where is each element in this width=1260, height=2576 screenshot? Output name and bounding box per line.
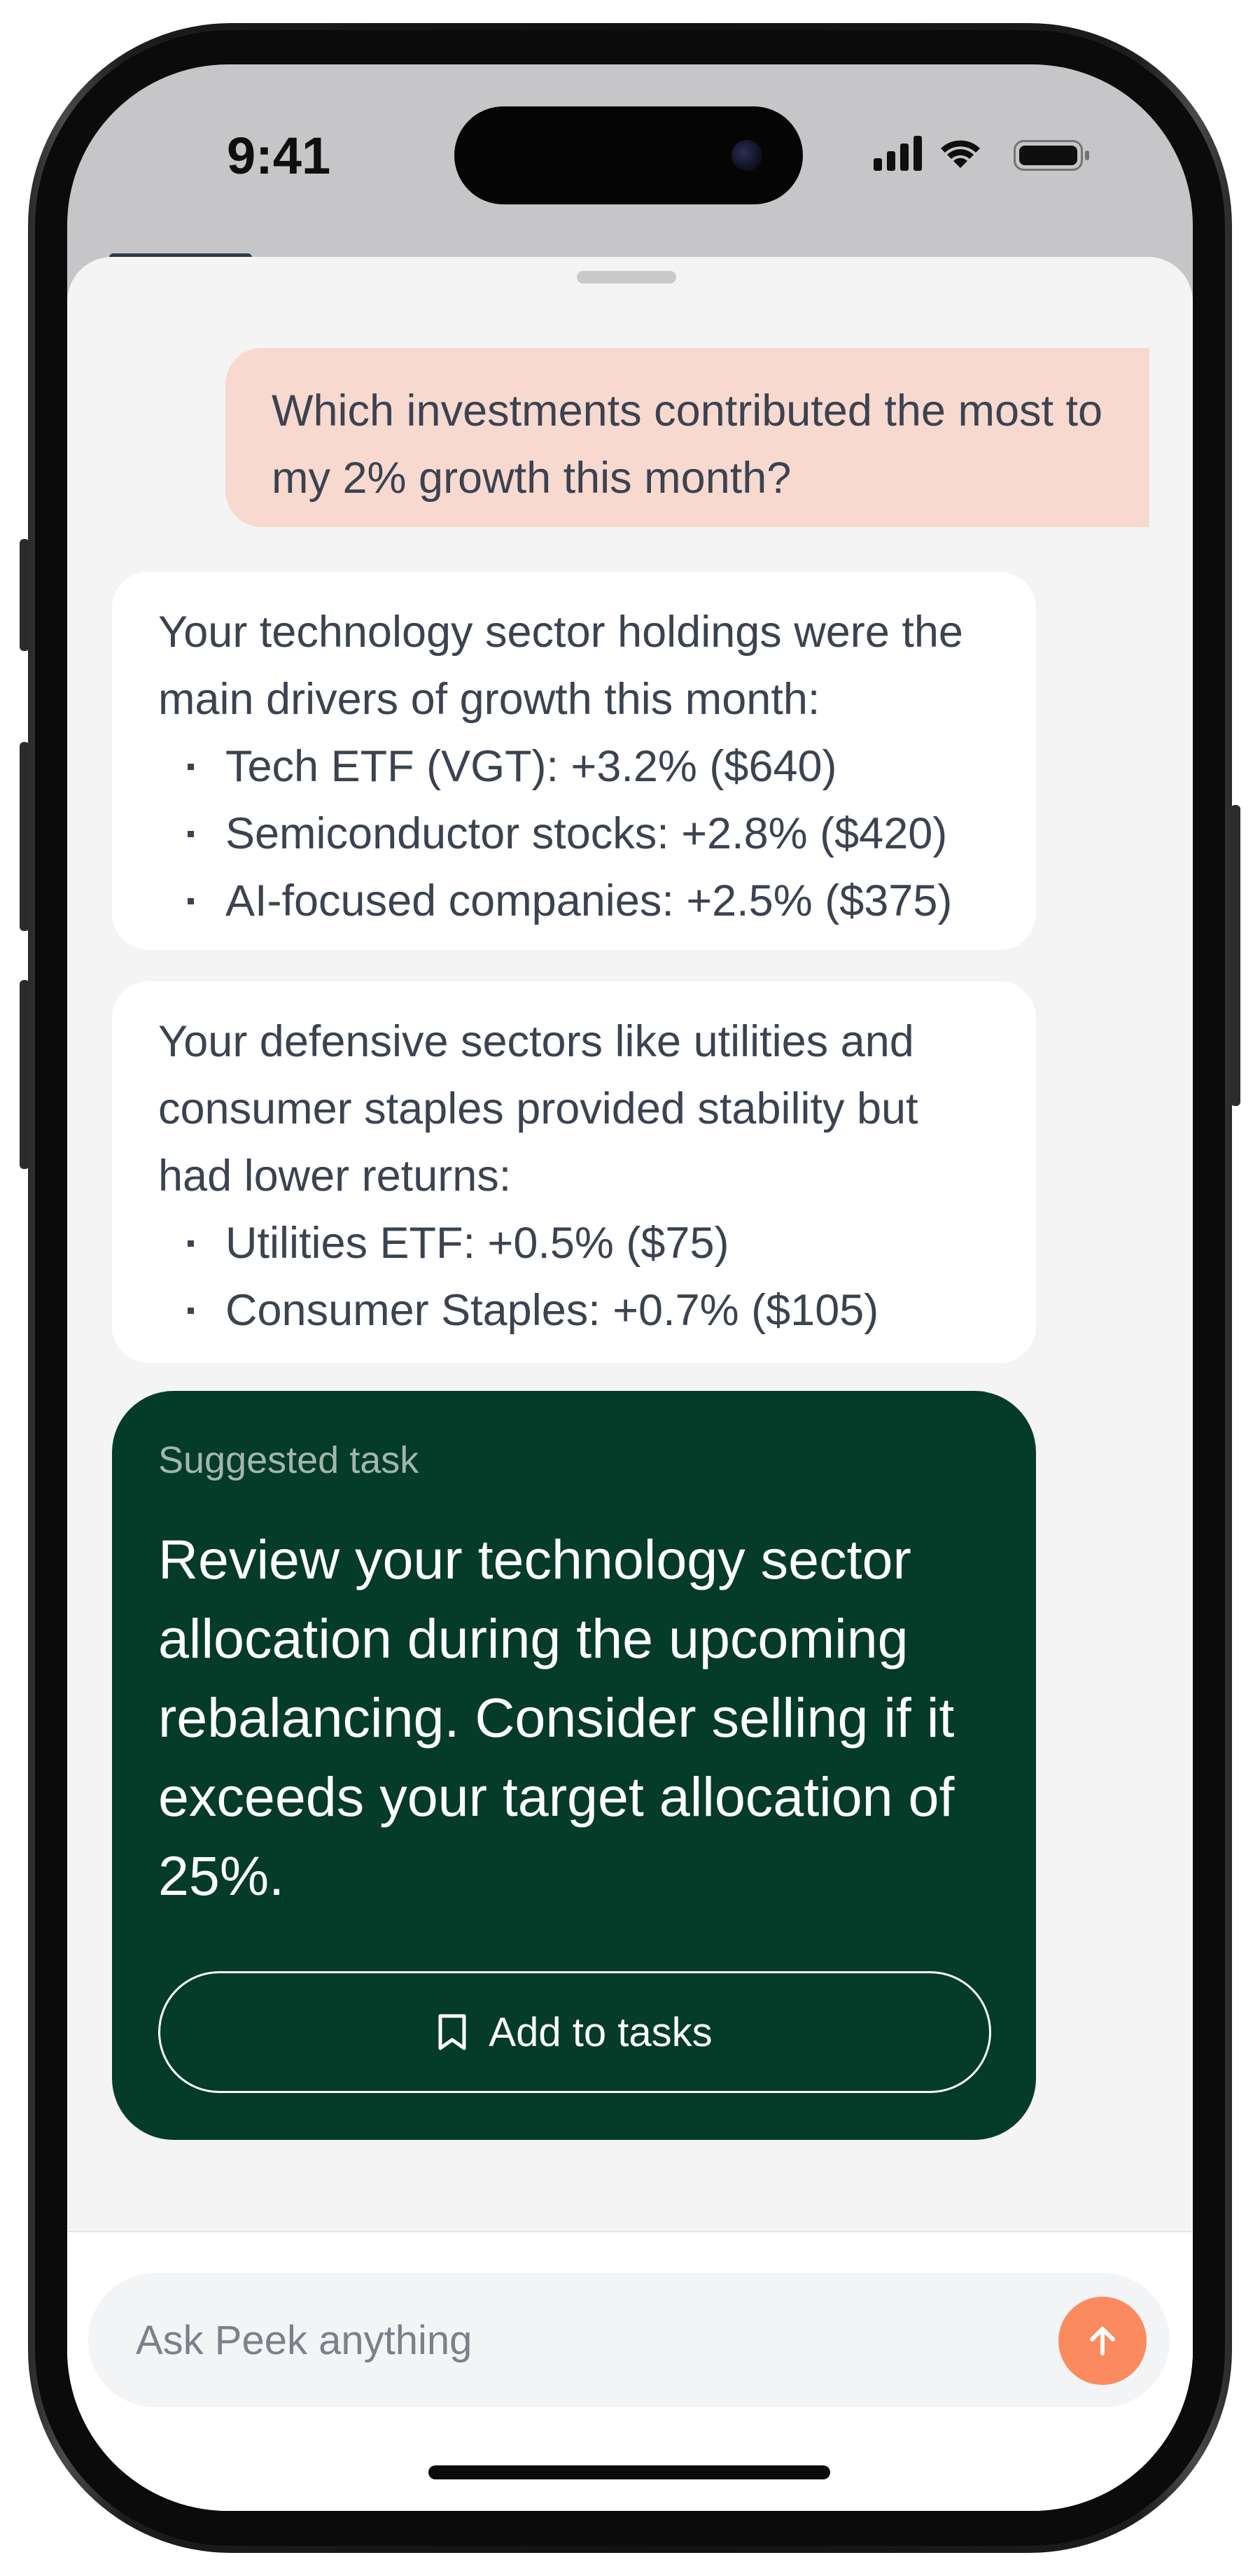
cellular-signal-icon [874, 136, 922, 171]
status-icons [874, 136, 1089, 171]
phone-screen: 9:41 Which investments contributed the m… [67, 64, 1193, 2511]
camera-icon [732, 140, 762, 171]
assistant-message-intro: Your technology sector holdings were the… [158, 608, 963, 724]
battery-icon [1014, 140, 1089, 171]
list-item: AI-focused companies: +2.5% ($375) [158, 867, 990, 934]
add-to-tasks-label: Add to tasks [489, 2009, 713, 2055]
user-message-text: Which investments contributed the most t… [272, 386, 1103, 503]
wifi-icon [941, 140, 980, 168]
assistant-message-intro: Your defensive sectors like utilities an… [158, 1017, 918, 1200]
volume-down-button [20, 980, 29, 1169]
arrow-up-icon [1090, 2327, 1115, 2356]
assistant-message-card: Your technology sector holdings were the… [112, 572, 1036, 950]
send-button[interactable] [1058, 2297, 1147, 2385]
chat-sheet: Which investments contributed the most t… [67, 257, 1193, 2511]
sheet-grabber[interactable] [577, 271, 676, 284]
user-message-bubble: Which investments contributed the most t… [225, 348, 1149, 527]
list-item: Semiconductor stocks: +2.8% ($420) [158, 800, 990, 867]
suggested-task-text: Review your technology sector allocation… [158, 1528, 955, 1907]
power-button [1231, 805, 1240, 1106]
assistant-message-list: Utilities ETF: +0.5% ($75) Consumer Stap… [158, 1210, 990, 1344]
list-item: Consumer Staples: +0.7% ($105) [158, 1277, 990, 1344]
add-to-tasks-button[interactable]: Add to tasks [158, 1971, 991, 2093]
assistant-message-card: Your defensive sectors like utilities an… [112, 981, 1036, 1363]
home-indicator[interactable] [428, 2465, 830, 2479]
volume-up-button [20, 742, 29, 931]
assistant-message-list: Tech ETF (VGT): +3.2% ($640) Semiconduct… [158, 733, 990, 934]
bookmark-icon [438, 2014, 466, 2050]
action-button [20, 539, 29, 651]
ask-input[interactable] [134, 2273, 1009, 2407]
status-time: 9:41 [227, 127, 331, 185]
list-item: Tech ETF (VGT): +3.2% ($640) [158, 733, 990, 800]
status-bar: 9:41 [67, 64, 1193, 239]
dynamic-island [454, 106, 803, 204]
suggested-task-label: Suggested task [158, 1439, 419, 1481]
suggested-task-card: Suggested task Review your technology se… [112, 1391, 1036, 2140]
list-item: Utilities ETF: +0.5% ($75) [158, 1210, 990, 1277]
ask-field [88, 2273, 1170, 2407]
